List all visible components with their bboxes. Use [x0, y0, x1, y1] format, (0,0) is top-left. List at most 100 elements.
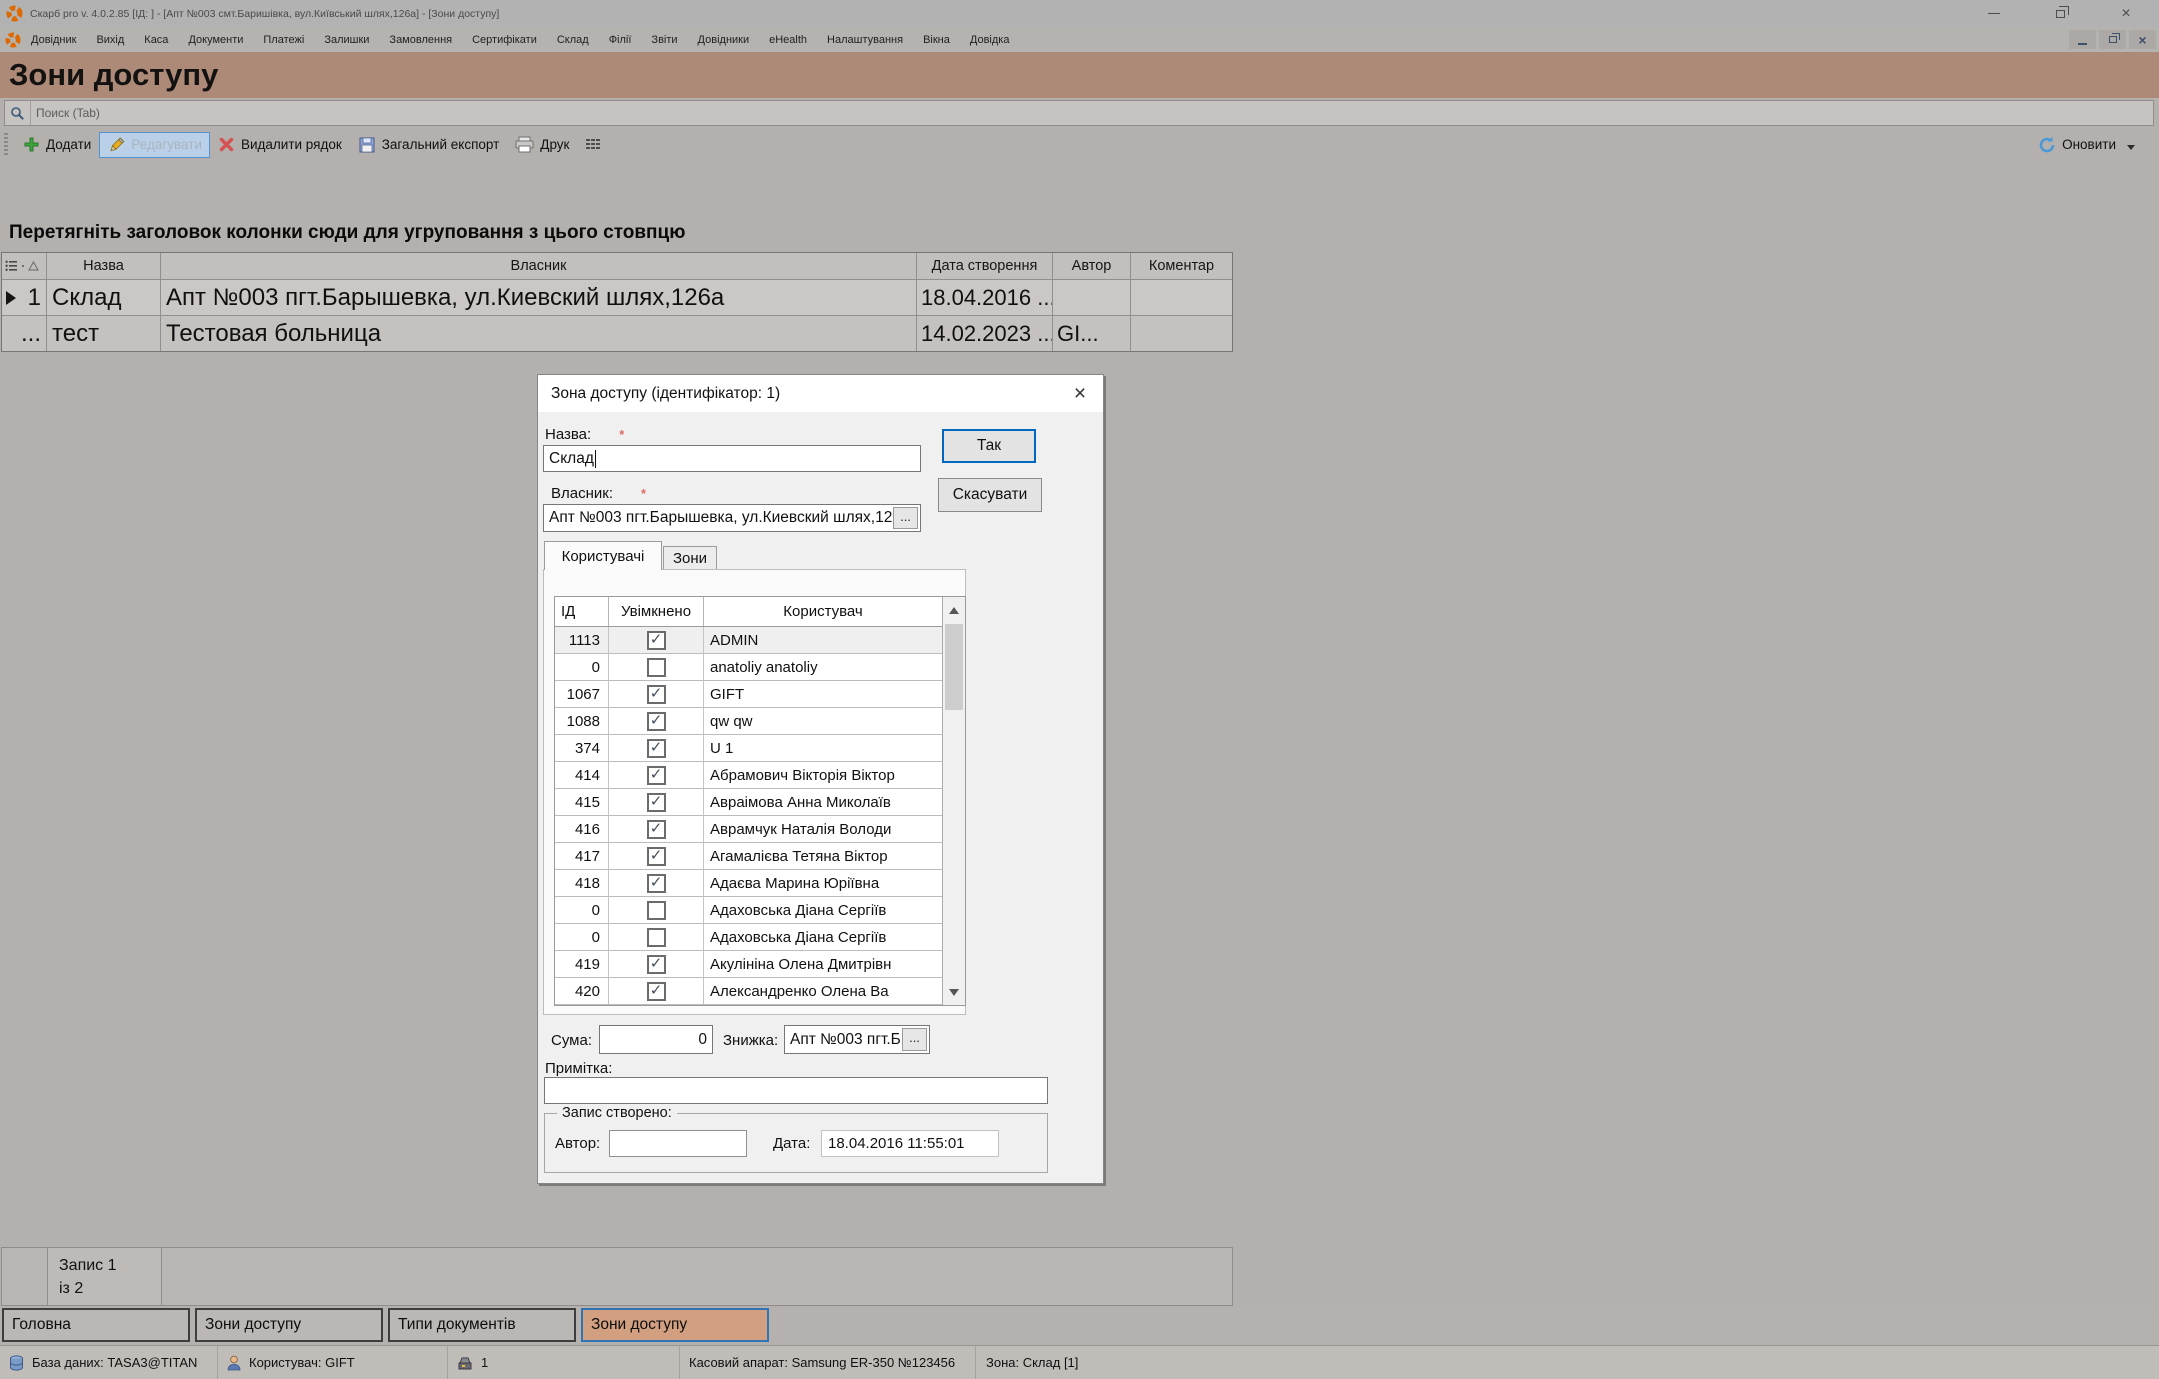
- row-indicator-cell[interactable]: ...: [2, 316, 47, 351]
- user-enabled-checkbox[interactable]: ✓: [647, 820, 666, 839]
- user-row[interactable]: 417✓Агамалієва Тетяна Віктор: [555, 843, 942, 870]
- sum-field[interactable]: 0: [599, 1025, 713, 1054]
- refresh-button[interactable]: Оновити: [2030, 132, 2143, 158]
- scroll-down-button[interactable]: [943, 979, 965, 1005]
- user-name-cell[interactable]: Аврамчук Наталія Володи: [704, 816, 942, 842]
- user-name-cell[interactable]: Адаховська Діана Сергіїв: [704, 924, 942, 950]
- cell-date[interactable]: 14.02.2023 ...: [917, 316, 1053, 351]
- user-enabled-checkbox[interactable]: [647, 928, 666, 947]
- scroll-up-button[interactable]: [943, 597, 965, 623]
- window-tab[interactable]: Зони доступу: [581, 1308, 769, 1342]
- user-row[interactable]: 1113✓ADMIN: [555, 627, 942, 654]
- minimize-button[interactable]: [1961, 0, 2027, 27]
- user-enabled-checkbox[interactable]: ✓: [647, 793, 666, 812]
- users-column-id[interactable]: ІД: [555, 597, 609, 626]
- mdi-restore-button[interactable]: [2099, 30, 2126, 49]
- user-name-cell[interactable]: qw qw: [704, 708, 942, 734]
- menu-item[interactable]: Каса: [134, 27, 178, 52]
- user-id-cell[interactable]: 0: [555, 924, 609, 950]
- cancel-button[interactable]: Скасувати: [938, 478, 1042, 512]
- user-row[interactable]: 1067✓GIFT: [555, 681, 942, 708]
- add-button[interactable]: Додати: [15, 132, 99, 157]
- user-name-cell[interactable]: Авраімова Анна Миколаїв: [704, 789, 942, 815]
- user-enabled-checkbox[interactable]: ✓: [647, 739, 666, 758]
- user-name-cell[interactable]: U 1: [704, 735, 942, 761]
- column-header-date[interactable]: Дата створення: [917, 253, 1053, 279]
- user-name-cell[interactable]: Адаховська Діана Сергіїв: [704, 897, 942, 923]
- column-header-comment[interactable]: Коментар: [1131, 253, 1232, 279]
- column-chooser-button[interactable]: [577, 133, 609, 156]
- cell-owner[interactable]: Тестовая больница: [161, 316, 917, 351]
- window-tab[interactable]: Зони доступу: [195, 1308, 383, 1342]
- print-button[interactable]: Друк: [507, 132, 577, 157]
- row-indicator-cell[interactable]: 1: [2, 280, 47, 315]
- cell-date[interactable]: 18.04.2016 ...: [917, 280, 1053, 315]
- note-field[interactable]: [544, 1077, 1048, 1104]
- user-row[interactable]: 419✓Акулініна Олена Дмитрівн: [555, 951, 942, 978]
- user-enabled-checkbox[interactable]: [647, 901, 666, 920]
- cell-author[interactable]: [1053, 280, 1131, 315]
- discount-field[interactable]: Апт №003 пгт.Б ...: [784, 1025, 930, 1054]
- user-name-cell[interactable]: Адаєва Марина Юріївна: [704, 870, 942, 896]
- name-field[interactable]: Склад: [543, 445, 921, 472]
- users-scrollbar[interactable]: [942, 597, 965, 1005]
- window-tab[interactable]: Головна: [2, 1308, 190, 1342]
- menu-item[interactable]: Довідники: [688, 27, 760, 52]
- user-row[interactable]: 0 Адаховська Діана Сергіїв: [555, 924, 942, 951]
- delete-row-button[interactable]: Видалити рядок: [210, 132, 350, 157]
- search-input[interactable]: Поиск (Tab): [4, 100, 2154, 126]
- tab-zones[interactable]: Зони: [663, 546, 717, 570]
- user-enabled-checkbox[interactable]: ✓: [647, 712, 666, 731]
- user-row[interactable]: 1088 ✓ qw qw: [555, 708, 942, 735]
- user-name-cell[interactable]: Агамалієва Тетяна Віктор: [704, 843, 942, 869]
- user-row[interactable]: 374 ✓ U 1: [555, 735, 942, 762]
- user-enabled-checkbox[interactable]: ✓: [647, 955, 666, 974]
- user-enabled-checkbox[interactable]: ✓: [647, 847, 666, 866]
- cell-name[interactable]: тест: [47, 316, 161, 351]
- author-field[interactable]: [609, 1130, 747, 1157]
- window-tab[interactable]: Типи документів: [388, 1308, 576, 1342]
- column-header-author[interactable]: Автор: [1053, 253, 1131, 279]
- cell-comment[interactable]: [1131, 280, 1232, 315]
- user-enabled-checkbox[interactable]: [647, 658, 666, 677]
- user-enabled-checkbox[interactable]: ✓: [647, 766, 666, 785]
- menu-item[interactable]: Склад: [547, 27, 599, 52]
- user-row[interactable]: 418✓Адаєва Марина Юріївна: [555, 870, 942, 897]
- close-button[interactable]: ×: [2093, 0, 2159, 27]
- users-column-user[interactable]: Користувач: [704, 597, 942, 626]
- user-enabled-checkbox[interactable]: ✓: [647, 982, 666, 1001]
- user-id-cell[interactable]: 414: [555, 762, 609, 788]
- column-header-name[interactable]: Назва: [47, 253, 161, 279]
- mdi-close-button[interactable]: ×: [2129, 30, 2156, 49]
- cell-owner[interactable]: Апт №003 пгт.Барышевка, ул.Киевский шлях…: [161, 280, 917, 315]
- toolbar-grip[interactable]: [4, 133, 8, 157]
- user-id-cell[interactable]: 415: [555, 789, 609, 815]
- column-header-owner[interactable]: Власник: [161, 253, 917, 279]
- user-id-cell[interactable]: 374: [555, 735, 609, 761]
- date-field[interactable]: 18.04.2016 11:55:01: [821, 1130, 999, 1157]
- scrollbar-thumb[interactable]: [945, 624, 963, 710]
- user-id-cell[interactable]: 1088: [555, 708, 609, 734]
- user-name-cell[interactable]: Абрамович Вікторія Віктор: [704, 762, 942, 788]
- user-enabled-checkbox[interactable]: ✓: [647, 631, 666, 650]
- table-row[interactable]: 1СкладАпт №003 пгт.Барышевка, ул.Киевски…: [2, 279, 1232, 315]
- user-name-cell[interactable]: anatoliy anatoliy: [704, 654, 942, 680]
- export-button[interactable]: Загальний експорт: [350, 132, 508, 158]
- owner-field[interactable]: Апт №003 пгт.Барышевка, ул.Киевский шлях…: [543, 504, 921, 532]
- restore-button[interactable]: [2027, 0, 2093, 27]
- cell-comment[interactable]: [1131, 316, 1232, 351]
- menu-item[interactable]: Вікна: [913, 27, 960, 52]
- menu-item[interactable]: Документи: [178, 27, 253, 52]
- user-id-cell[interactable]: 420: [555, 978, 609, 1004]
- user-row[interactable]: 414 ✓ Абрамович Вікторія Віктор: [555, 762, 942, 789]
- menu-item[interactable]: eHealth: [759, 27, 817, 52]
- menu-item[interactable]: Налаштування: [817, 27, 913, 52]
- user-enabled-checkbox[interactable]: ✓: [647, 874, 666, 893]
- user-name-cell[interactable]: ADMIN: [704, 627, 942, 653]
- user-name-cell[interactable]: Александренко Олена Ва: [704, 978, 942, 1004]
- user-id-cell[interactable]: 0: [555, 897, 609, 923]
- user-row[interactable]: 420 ✓ Александренко Олена Ва: [555, 978, 942, 1005]
- user-row[interactable]: 0 anatoliy anatoliy: [555, 654, 942, 681]
- discount-browse-button[interactable]: ...: [902, 1028, 927, 1051]
- user-id-cell[interactable]: 0: [555, 654, 609, 680]
